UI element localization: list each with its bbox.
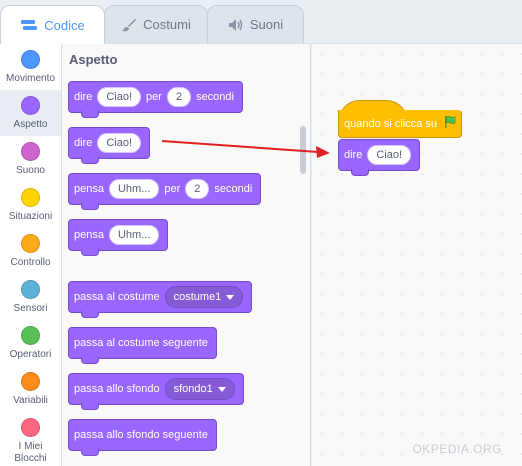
tab-code[interactable]: Codice bbox=[0, 5, 105, 44]
tab-code-label: Codice bbox=[44, 17, 85, 33]
annotation-arrow-icon bbox=[161, 140, 330, 158]
code-icon bbox=[20, 18, 38, 32]
